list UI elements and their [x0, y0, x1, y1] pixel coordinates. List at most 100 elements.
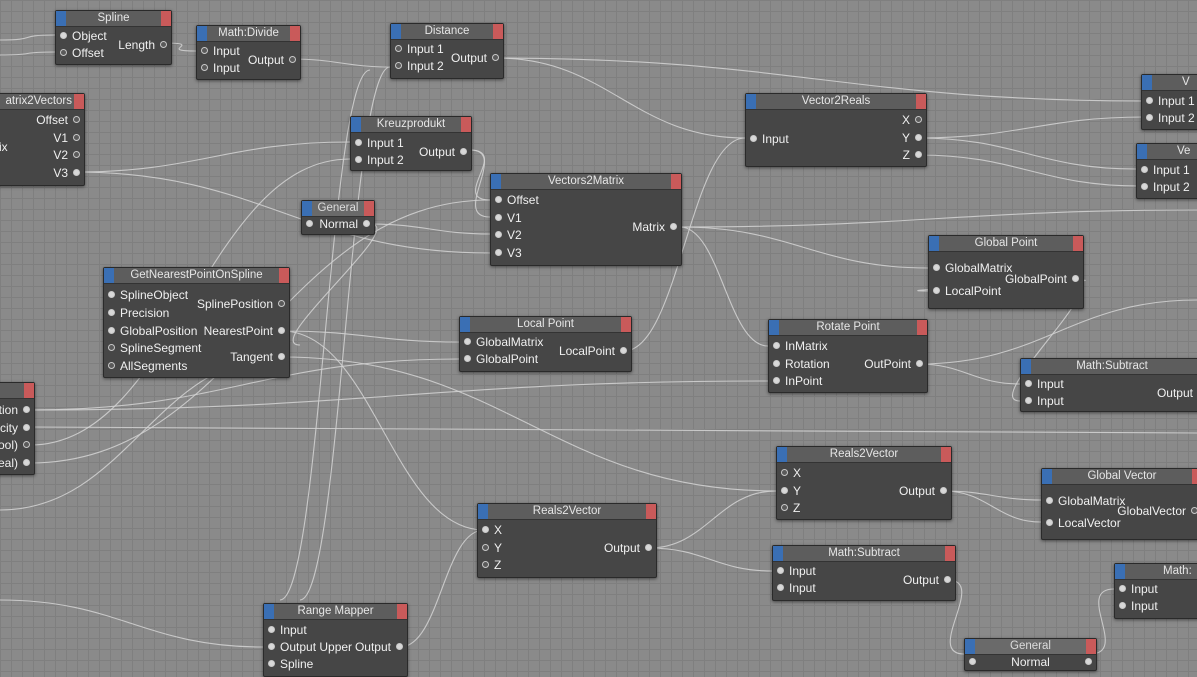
port-dot[interactable]: [278, 327, 285, 334]
port-dot[interactable]: [1085, 658, 1092, 665]
port-input-2[interactable]: Input: [1115, 598, 1158, 615]
port-v2[interactable]: V2: [491, 227, 522, 244]
port-input-2[interactable]: Input: [197, 60, 240, 77]
port-dot[interactable]: [969, 658, 976, 665]
port-dot[interactable]: [108, 327, 115, 334]
port-dot[interactable]: [1141, 166, 1148, 173]
port-dot[interactable]: [915, 134, 922, 141]
port-dot[interactable]: [492, 54, 499, 61]
port-dot[interactable]: [495, 196, 502, 203]
port-input-2[interactable]: Input 2: [351, 152, 404, 169]
port-dot[interactable]: [933, 264, 940, 271]
port-z[interactable]: Z: [903, 147, 926, 164]
node-math-divide[interactable]: Math:Divide Input Input Output: [196, 25, 301, 80]
port-matrix[interactable]: Matrix: [632, 219, 681, 236]
port-x[interactable]: X: [777, 465, 801, 482]
port-z[interactable]: Z: [478, 557, 501, 574]
port-dot[interactable]: [160, 41, 167, 48]
port-dot[interactable]: [60, 49, 67, 56]
node-left-clipped[interactable]: ation city ool) eal): [0, 382, 35, 475]
port-input-1[interactable]: Input 1: [1142, 93, 1195, 110]
port-v1[interactable]: V1: [53, 130, 84, 147]
port-dot[interactable]: [278, 300, 285, 307]
port-dot[interactable]: [201, 47, 208, 54]
port-dot[interactable]: [777, 567, 784, 574]
port-output[interactable]: Output: [1157, 385, 1197, 402]
port-dot[interactable]: [73, 134, 80, 141]
port-offset[interactable]: Offset: [36, 112, 84, 129]
port-dot[interactable]: [940, 487, 947, 494]
port-dot[interactable]: [1046, 519, 1053, 526]
port-v1[interactable]: V1: [491, 210, 522, 227]
node-reals2vector-2[interactable]: Reals2Vector X Y Z Output: [477, 503, 657, 578]
port-dot[interactable]: [23, 441, 30, 448]
port-local-point[interactable]: LocalPoint: [929, 283, 1001, 300]
port-dot[interactable]: [268, 626, 275, 633]
port-object[interactable]: Object: [56, 28, 107, 45]
node-general-1[interactable]: General Normal: [301, 200, 375, 235]
port-dot[interactable]: [1119, 585, 1126, 592]
port-global-position[interactable]: GlobalPosition: [104, 323, 197, 340]
port-dot[interactable]: [1191, 507, 1197, 514]
port-input[interactable]: Input: [746, 131, 789, 148]
port-in-point[interactable]: InPoint: [769, 373, 822, 390]
port-dot[interactable]: [268, 643, 275, 650]
port-ation[interactable]: ation: [0, 402, 34, 419]
port-dot[interactable]: [23, 459, 30, 466]
port-normal[interactable]: Normal: [985, 654, 1076, 671]
port-dot[interactable]: [464, 338, 471, 345]
port-dot[interactable]: [355, 139, 362, 146]
port-dot[interactable]: [396, 643, 403, 650]
node-math-right[interactable]: Math: Input Input: [1114, 563, 1197, 619]
port-dot[interactable]: [944, 576, 951, 583]
port-input-2[interactable]: Input 2: [1137, 179, 1190, 196]
node-matrix2vectors[interactable]: atrix2Vectors atrix Offset V1 V2 V3: [0, 93, 85, 186]
port-v3[interactable]: V3: [491, 245, 522, 262]
port-dot[interactable]: [781, 469, 788, 476]
port-dot[interactable]: [306, 220, 313, 227]
port-dot[interactable]: [781, 504, 788, 511]
port-dot[interactable]: [1141, 183, 1148, 190]
port-y[interactable]: Y: [478, 540, 502, 557]
port-local-vector[interactable]: LocalVector: [1042, 515, 1121, 532]
port-input-2[interactable]: Input 2: [391, 58, 444, 75]
port-dot[interactable]: [670, 223, 677, 230]
port-output[interactable]: Output: [899, 483, 951, 500]
node-vector-right-1[interactable]: V Input 1 Input 2: [1141, 74, 1197, 130]
port-nearest-point[interactable]: NearestPoint: [204, 323, 289, 340]
port-dot[interactable]: [915, 116, 922, 123]
port-global-matrix[interactable]: GlobalMatrix: [460, 334, 543, 351]
port-dot[interactable]: [1046, 497, 1053, 504]
port-dot[interactable]: [108, 344, 115, 351]
port-output-upper[interactable]: Output Upper: [264, 639, 352, 656]
port-input-2[interactable]: Input: [1021, 393, 1064, 410]
port-out-point[interactable]: OutPoint: [864, 356, 927, 373]
port-dot[interactable]: [495, 249, 502, 256]
port-dot[interactable]: [482, 544, 489, 551]
port-input-1[interactable]: Input: [1115, 581, 1158, 598]
port-dot[interactable]: [395, 45, 402, 52]
port-input-1[interactable]: Input: [1021, 376, 1064, 393]
port-dot[interactable]: [395, 62, 402, 69]
port-dot[interactable]: [460, 148, 467, 155]
port-dot[interactable]: [620, 347, 627, 354]
port-dot[interactable]: [1072, 275, 1079, 282]
port-x[interactable]: X: [478, 522, 502, 539]
port-output[interactable]: Output: [903, 572, 955, 589]
port-city[interactable]: city: [0, 420, 34, 437]
port-normal[interactable]: Normal: [319, 216, 374, 233]
port-input-2[interactable]: Input 2: [1142, 110, 1195, 127]
port-output[interactable]: Output: [419, 144, 471, 161]
port-all-segments[interactable]: AllSegments: [104, 358, 187, 375]
port-z[interactable]: Z: [777, 500, 800, 517]
port-output[interactable]: Output: [451, 50, 503, 67]
port-dot[interactable]: [60, 32, 67, 39]
port-matrix[interactable]: atrix: [0, 139, 8, 156]
port-dot[interactable]: [482, 561, 489, 568]
node-vector-right-2[interactable]: Ve Input 1 Input 2: [1136, 143, 1197, 199]
port-dot[interactable]: [201, 64, 208, 71]
node-local-point[interactable]: Local Point GlobalMatrix GlobalPoint Loc…: [459, 316, 632, 372]
port-spline-position[interactable]: SplinePosition: [197, 296, 289, 313]
port-dot[interactable]: [355, 156, 362, 163]
port-dot[interactable]: [268, 660, 275, 667]
